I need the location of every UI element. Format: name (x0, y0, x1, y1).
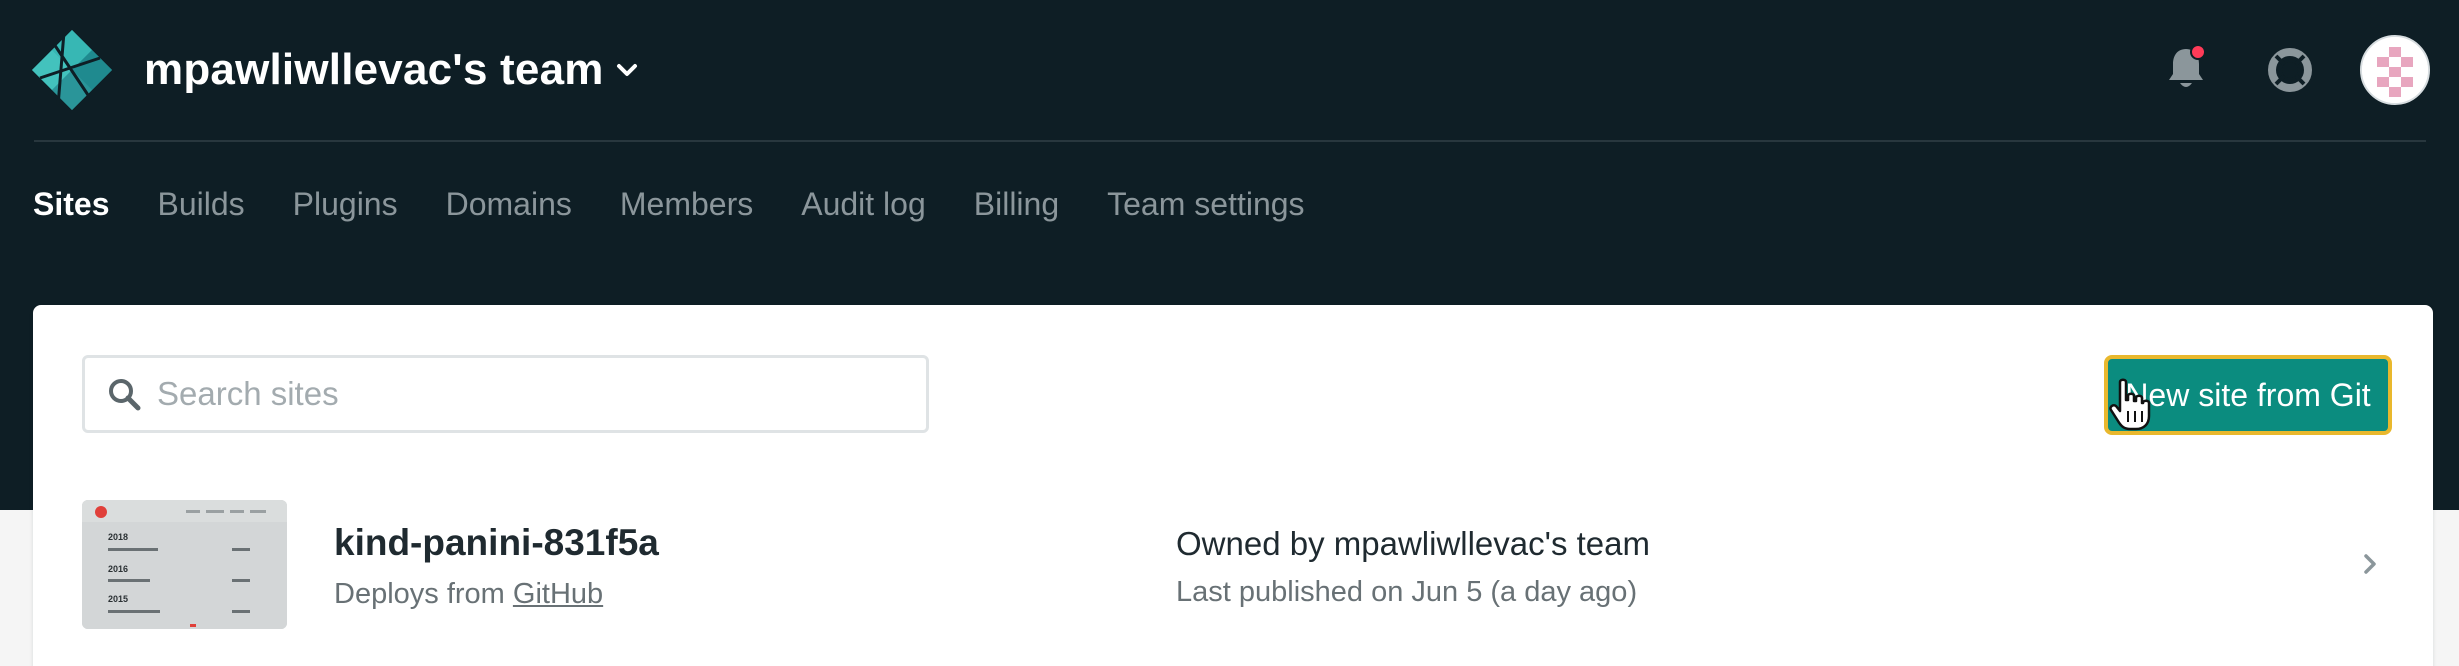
tab-sites[interactable]: Sites (33, 183, 109, 225)
tab-audit-log[interactable]: Audit log (801, 183, 926, 225)
search-icon (109, 379, 141, 411)
netlify-logo-icon[interactable] (30, 28, 114, 112)
tab-team-settings[interactable]: Team settings (1107, 183, 1304, 225)
lifebuoy-icon (2268, 48, 2312, 92)
site-deploy-source: Deploys from GitHub (334, 578, 603, 611)
thumb-year-3: 2015 (108, 594, 128, 604)
chevron-right-icon[interactable] (2361, 550, 2381, 578)
notifications-button[interactable] (2160, 38, 2212, 98)
header-divider (34, 140, 2426, 142)
sites-card: New site from Git 2018 2016 2015 (33, 305, 2433, 666)
chevron-down-icon (616, 64, 637, 76)
tab-builds[interactable]: Builds (157, 183, 244, 225)
thumb-year-1: 2018 (108, 532, 128, 542)
team-nav: Sites Builds Plugins Domains Members Aud… (33, 183, 1353, 225)
new-site-from-git-button[interactable]: New site from Git (2104, 355, 2392, 435)
site-thumbnail: 2018 2016 2015 (82, 500, 287, 629)
team-name: mpawliwllevac's team (144, 45, 604, 94)
github-link[interactable]: GitHub (513, 578, 603, 610)
search-input[interactable] (157, 375, 917, 413)
tab-members[interactable]: Members (620, 183, 753, 225)
thumb-year-2: 2016 (108, 564, 128, 574)
top-bar: mpawliwllevac's team (0, 0, 2459, 143)
user-avatar[interactable] (2360, 35, 2430, 105)
notification-badge (2190, 44, 2206, 60)
site-row[interactable]: 2018 2016 2015 kind-panini-831f5a Deploy… (33, 500, 2433, 650)
support-button[interactable] (2262, 42, 2318, 98)
deploys-prefix: Deploys from (334, 578, 505, 610)
site-name[interactable]: kind-panini-831f5a (334, 522, 659, 564)
site-preview-image: 2018 2016 2015 (82, 500, 287, 629)
tab-plugins[interactable]: Plugins (293, 183, 398, 225)
team-switcher[interactable]: mpawliwllevac's team (144, 42, 638, 98)
tab-domains[interactable]: Domains (446, 183, 572, 225)
tab-billing[interactable]: Billing (974, 183, 1059, 225)
site-last-published: Last published on Jun 5 (a day ago) (1176, 576, 1638, 608)
site-owner: Owned by mpawliwllevac's team (1176, 525, 1650, 562)
avatar-identicon (2362, 37, 2428, 103)
search-box[interactable] (82, 355, 929, 433)
